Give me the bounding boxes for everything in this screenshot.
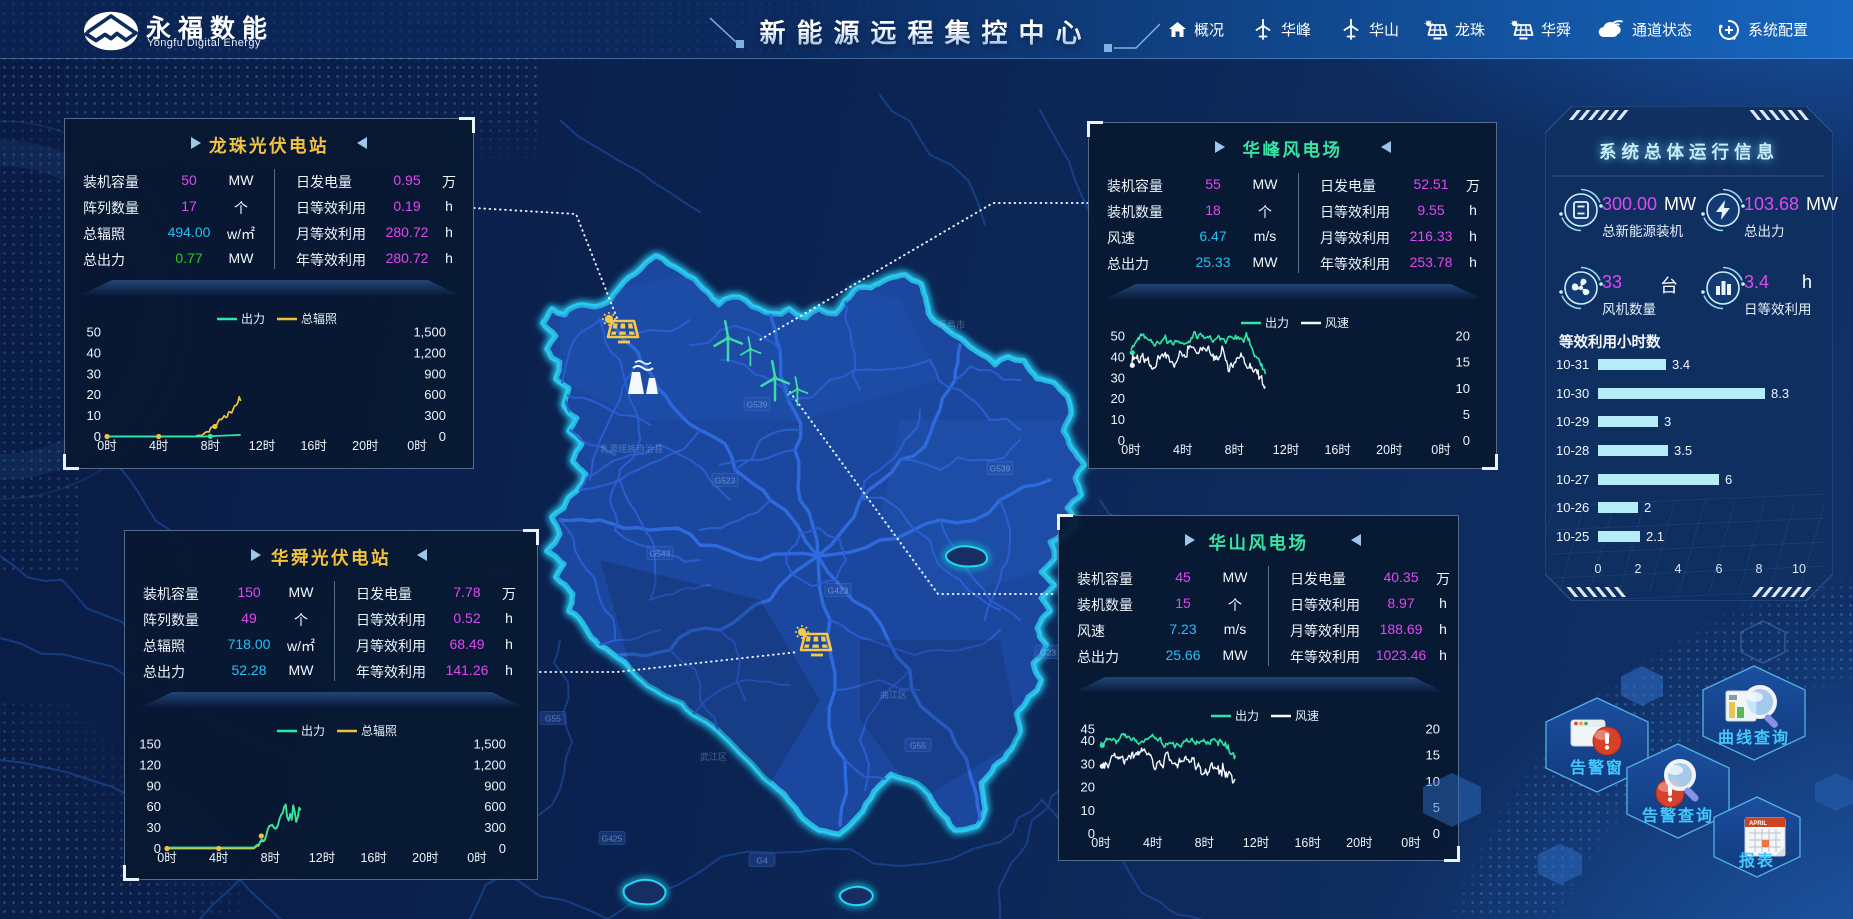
svg-text:0: 0 [1463,433,1470,448]
svg-text:300: 300 [424,408,446,423]
svg-text:总辐照: 总辐照 [361,723,397,738]
svg-text:16时: 16时 [300,439,327,453]
svg-text:20时: 20时 [1376,443,1403,457]
svg-text:15: 15 [1426,748,1440,763]
svg-text:20: 20 [87,387,101,402]
svg-text:总辐照: 总辐照 [301,311,337,326]
svg-text:G539: G539 [990,464,1011,474]
svg-text:40: 40 [87,345,101,360]
svg-text:0时: 0时 [97,439,117,453]
svg-text:150: 150 [139,737,161,752]
svg-text:30: 30 [147,820,161,835]
svg-text:G425: G425 [602,834,623,844]
svg-text:乳源瑶族自治县: 乳源瑶族自治县 [600,443,663,454]
svg-text:G23: G23 [1040,648,1056,658]
svg-text:20: 20 [1081,780,1095,795]
svg-text:60: 60 [147,799,161,814]
svg-text:告警窗: 告警窗 [1570,758,1624,777]
svg-text:600: 600 [484,799,506,814]
svg-text:10: 10 [87,408,101,423]
svg-text:900: 900 [424,366,446,381]
svg-text:1,500: 1,500 [413,325,446,340]
svg-text:300: 300 [484,820,506,835]
svg-text:10: 10 [1111,412,1125,427]
svg-text:8时: 8时 [1195,836,1215,850]
svg-text:10: 10 [1456,381,1470,396]
svg-text:G4: G4 [756,856,768,866]
svg-text:曲江区: 曲江区 [880,690,907,700]
svg-text:20时: 20时 [352,439,379,453]
svg-text:20时: 20时 [412,851,439,865]
svg-text:40: 40 [1111,349,1125,364]
svg-text:20: 20 [1111,391,1125,406]
svg-text:1,200: 1,200 [413,345,446,360]
svg-text:50: 50 [1111,329,1125,344]
svg-text:1,200: 1,200 [473,757,506,772]
svg-text:30: 30 [1081,756,1095,771]
svg-text:0: 0 [1433,826,1440,841]
svg-text:0时: 0时 [1431,443,1451,457]
svg-text:G55: G55 [545,714,561,724]
svg-text:0时: 0时 [1401,836,1421,850]
svg-text:乐昌市: 乐昌市 [938,319,965,330]
svg-text:4时: 4时 [209,851,229,865]
svg-text:8时: 8时 [201,439,221,453]
svg-text:16时: 16时 [1294,836,1321,850]
svg-text:0: 0 [499,841,506,856]
svg-text:20: 20 [1426,722,1440,737]
svg-text:40: 40 [1081,733,1095,748]
svg-text:出力: 出力 [301,724,325,738]
svg-text:APRIL: APRIL [1749,821,1767,827]
svg-text:0时: 0时 [157,851,177,865]
svg-text:出力: 出力 [1265,316,1289,330]
svg-text:出力: 出力 [1235,709,1259,723]
svg-text:0时: 0时 [1091,836,1111,850]
svg-text:16时: 16时 [1324,443,1351,457]
svg-text:8时: 8时 [1225,443,1245,457]
svg-text:0时: 0时 [467,851,487,865]
svg-text:报表: 报表 [1739,851,1775,870]
svg-text:风速: 风速 [1325,316,1349,330]
svg-text:出力: 出力 [241,312,265,326]
svg-text:20时: 20时 [1346,836,1373,850]
svg-text:0: 0 [439,429,446,444]
svg-text:12时: 12时 [1273,443,1300,457]
svg-text:4时: 4时 [1173,443,1193,457]
svg-text:10: 10 [1081,803,1095,818]
svg-text:16时: 16时 [360,851,387,865]
svg-text:G539: G539 [747,400,768,410]
svg-text:50: 50 [87,325,101,340]
svg-text:12时: 12时 [249,439,276,453]
svg-text:G543: G543 [650,549,671,559]
svg-text:0时: 0时 [407,439,427,453]
svg-text:20: 20 [1456,329,1470,344]
svg-text:0时: 0时 [1121,443,1141,457]
svg-text:5: 5 [1463,407,1470,422]
svg-text:15: 15 [1456,355,1470,370]
svg-text:4时: 4时 [149,439,169,453]
svg-text:90: 90 [147,778,161,793]
svg-text:G55: G55 [910,741,926,751]
svg-text:600: 600 [424,387,446,402]
svg-text:30: 30 [87,366,101,381]
svg-text:4时: 4时 [1143,836,1163,850]
svg-text:12时: 12时 [1243,836,1270,850]
svg-text:1,500: 1,500 [473,737,506,752]
svg-text:120: 120 [139,757,161,772]
svg-text:风速: 风速 [1295,709,1319,723]
svg-text:900: 900 [484,778,506,793]
svg-text:30: 30 [1111,370,1125,385]
svg-text:G423: G423 [828,586,849,596]
svg-text:告警查询: 告警查询 [1642,806,1714,825]
svg-text:8时: 8时 [261,851,281,865]
svg-text:武江区: 武江区 [700,751,727,762]
svg-text:12时: 12时 [309,851,336,865]
svg-text:G523: G523 [715,476,736,486]
